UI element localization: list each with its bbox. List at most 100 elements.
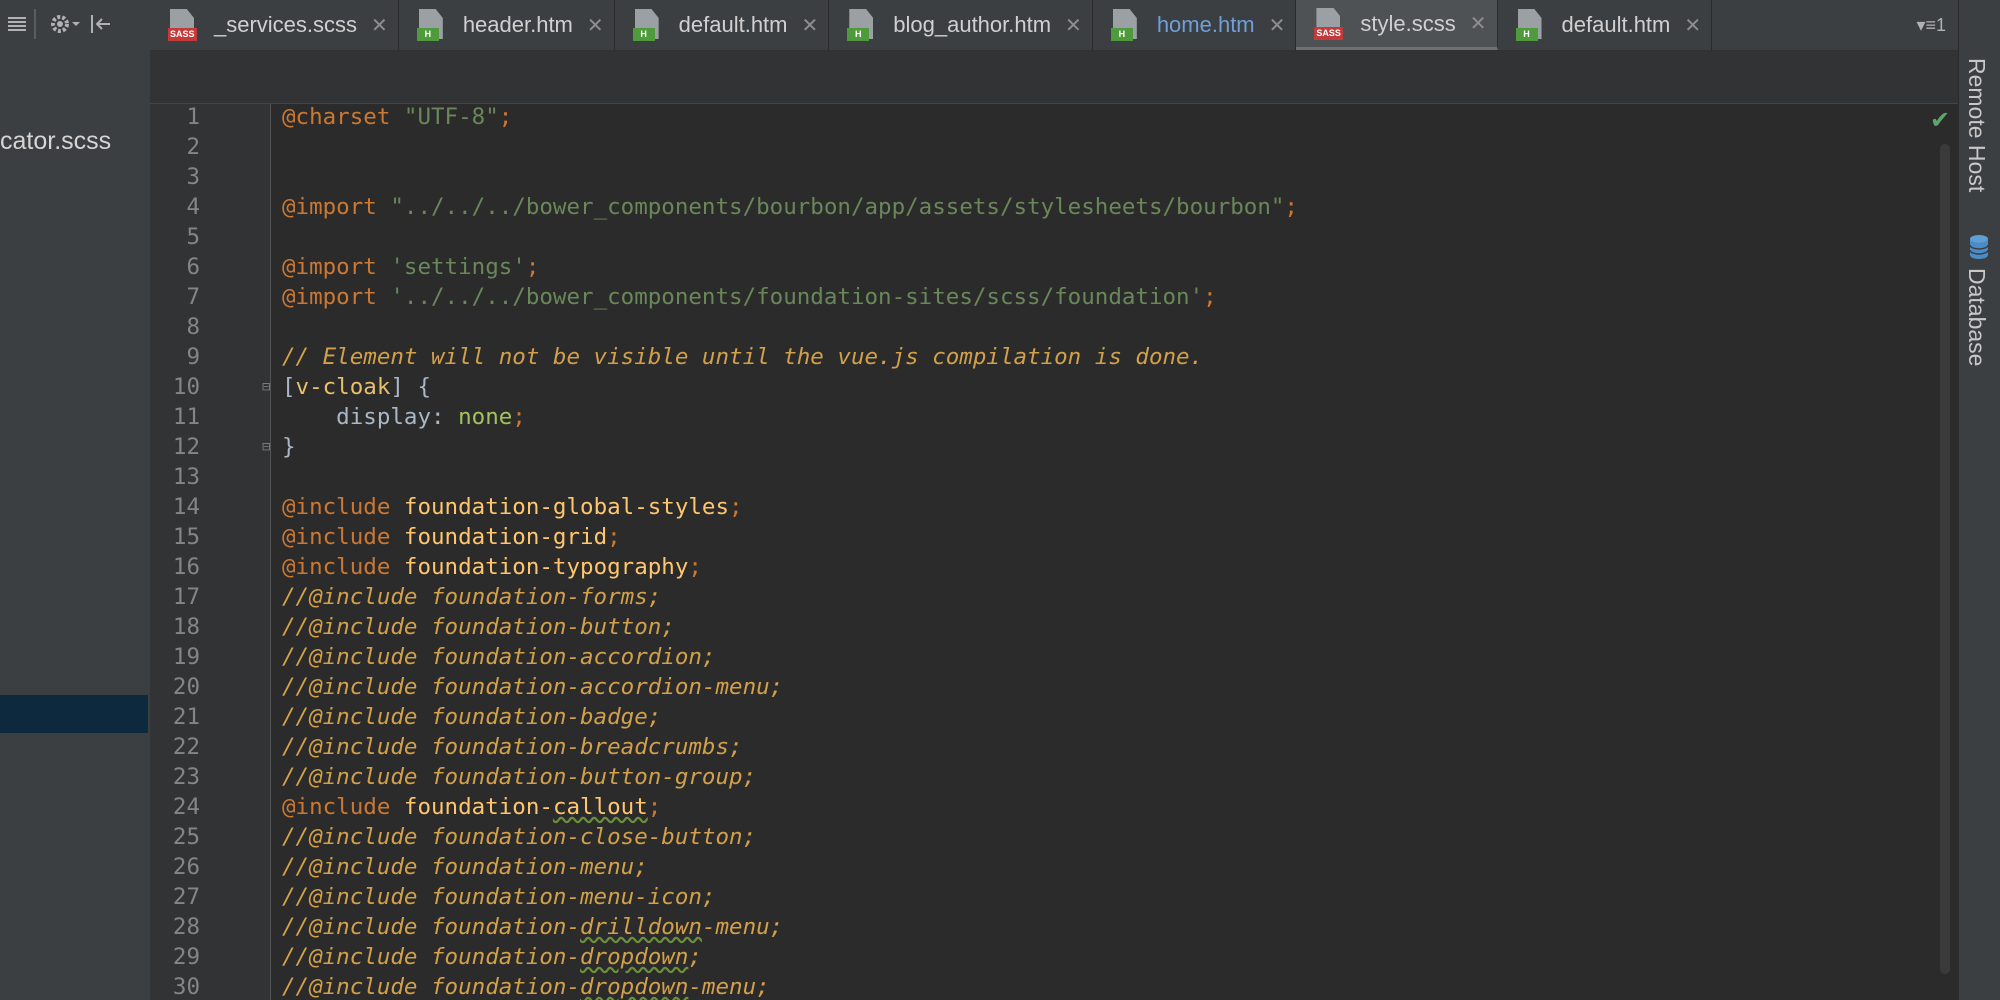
vertical-scrollbar[interactable]: [1940, 144, 1950, 974]
code-line[interactable]: 5: [150, 222, 1958, 252]
code-line[interactable]: 1 @charset "UTF-8";: [150, 104, 1958, 132]
code-line[interactable]: 28 //@include foundation-drilldown-menu;: [150, 912, 1958, 942]
code-line[interactable]: 18 //@include foundation-button;: [150, 612, 1958, 642]
code-token: ;: [607, 524, 621, 550]
editor-tab[interactable]: Hdefault.htm ✕: [615, 0, 830, 50]
gear-icon[interactable]: [48, 12, 82, 36]
line-number: 14: [172, 494, 200, 520]
code-line[interactable]: 23 //@include foundation-button-group;: [150, 762, 1958, 792]
close-icon[interactable]: ✕: [1269, 13, 1286, 38]
selected-tree-row[interactable]: [0, 695, 148, 733]
line-number: 27: [172, 884, 200, 910]
code-line[interactable]: 4 @import "../../../bower_components/bour…: [150, 192, 1958, 222]
inspection-ok-icon[interactable]: ✔: [1930, 106, 1950, 135]
line-number: 23: [172, 764, 200, 790]
code-line[interactable]: 17 //@include foundation-forms;: [150, 582, 1958, 612]
collapse-icon[interactable]: [6, 13, 28, 35]
code-token: @include: [282, 554, 391, 580]
code-line[interactable]: 11 display: none;: [150, 402, 1958, 432]
code-line[interactable]: 7 @import '../../../bower_components/foun…: [150, 282, 1958, 312]
code-line[interactable]: 30 //@include foundation-dropdown-menu;: [150, 972, 1958, 1000]
project-file-item[interactable]: cator.scss: [0, 127, 111, 156]
line-number: 8: [186, 314, 200, 340]
line-number: 25: [172, 824, 200, 850]
editor-tab[interactable]: SASS _services.scss ✕: [150, 0, 399, 50]
code-text: @charset "UTF-8";: [282, 104, 512, 132]
code-line[interactable]: 25 //@include foundation-close-button;: [150, 822, 1958, 852]
code-line[interactable]: 27 //@include foundation-menu-icon;: [150, 882, 1958, 912]
remote-host-tool-tab[interactable]: Remote Host: [1963, 58, 1990, 192]
code-line[interactable]: 12 ⊟}: [150, 432, 1958, 462]
code-line[interactable]: 14 @include foundation-global-styles;: [150, 492, 1958, 522]
database-tool-tab[interactable]: Database: [1963, 268, 1990, 366]
line-number: 17: [172, 584, 200, 610]
editor-tab[interactable]: Hheader.htm ✕: [399, 0, 615, 50]
code-line[interactable]: 3: [150, 162, 1958, 192]
close-icon[interactable]: ✕: [371, 13, 388, 38]
line-number: 22: [172, 734, 200, 760]
code-token: //@include foundation-menu-icon;: [282, 884, 716, 910]
html-file-icon: H: [416, 9, 445, 41]
code-text: //@include foundation-drilldown-menu;: [282, 912, 783, 942]
code-text: @include foundation-grid;: [282, 522, 621, 552]
code-line[interactable]: 2: [150, 132, 1958, 162]
code-line[interactable]: 9 // Element will not be visible until th…: [150, 342, 1958, 372]
right-tool-bar: Remote Host Database: [1958, 0, 2000, 1000]
line-number: 2: [186, 134, 200, 160]
code-token: foundation-typography: [403, 554, 689, 580]
close-icon[interactable]: ✕: [1684, 13, 1701, 38]
code-token: dropdown: [580, 974, 689, 1000]
editor-tab[interactable]: SASS style.scss ✕: [1296, 0, 1498, 50]
line-number: 5: [186, 224, 200, 250]
html-file-icon: H: [632, 9, 661, 41]
code-token: //@include foundation-menu;: [282, 854, 648, 880]
code-line[interactable]: 19 //@include foundation-accordion;: [150, 642, 1958, 672]
code-text: //@include foundation-menu-icon;: [282, 882, 715, 912]
editor-tab-label: _services.scss: [214, 12, 358, 37]
code-token: ;: [729, 494, 743, 520]
editor-tab[interactable]: Hhome.htm ✕: [1093, 0, 1297, 50]
close-icon[interactable]: ✕: [587, 13, 604, 38]
code-line[interactable]: 10 ⊟ [v-cloak] {: [150, 372, 1958, 402]
code-text: //@include foundation-dropdown;: [282, 942, 702, 972]
code-text: @import "../../../bower_components/bourb…: [282, 192, 1298, 222]
line-number: 26: [172, 854, 200, 880]
editor-tab[interactable]: Hblog_author.htm ✕: [829, 0, 1093, 50]
code-token: //@include foundation-button;: [282, 614, 675, 640]
tab-overflow-button[interactable]: ▾≡ 1: [1904, 0, 1958, 50]
code-line[interactable]: 16 @include foundation-typography;: [150, 552, 1958, 582]
code-token: //@include foundation-badge;: [282, 704, 662, 730]
code-token: // Element will not be visible until the…: [282, 344, 1204, 370]
line-number: 29: [172, 944, 200, 970]
code-text: //@include foundation-forms;: [282, 582, 661, 612]
close-icon[interactable]: ✕: [1470, 11, 1487, 36]
code-line[interactable]: 29 //@include foundation-dropdown;: [150, 942, 1958, 972]
code-line[interactable]: 13: [150, 462, 1958, 492]
file-type-badge: SASS: [1314, 26, 1343, 40]
code-token: ;: [1284, 194, 1298, 220]
tab-list-icon: ▾≡: [1916, 14, 1936, 35]
fold-marker-icon[interactable]: ⊟: [262, 380, 276, 394]
editor-tab[interactable]: Hdefault.htm ✕: [1498, 0, 1713, 50]
code-editor[interactable]: 1 @charset "UTF-8"; 2 3 4 @import "../../../b…: [150, 104, 1958, 1000]
hide-panel-icon[interactable]: [88, 12, 114, 36]
code-token: @include: [282, 794, 391, 820]
code-line[interactable]: 22 //@include foundation-breadcrumbs;: [150, 732, 1958, 762]
editor-tab-label: default.htm: [678, 12, 788, 37]
code-line[interactable]: 21 //@include foundation-badge;: [150, 702, 1958, 732]
code-line[interactable]: 26 //@include foundation-menu;: [150, 852, 1958, 882]
code-line[interactable]: 6 @import 'settings';: [150, 252, 1958, 282]
fold-marker-icon[interactable]: ⊟: [262, 440, 276, 454]
close-icon[interactable]: ✕: [802, 13, 819, 38]
code-line[interactable]: 8: [150, 312, 1958, 342]
close-icon[interactable]: ✕: [1065, 13, 1082, 38]
code-token: @include: [282, 524, 391, 550]
code-line[interactable]: 20 //@include foundation-accordion-menu;: [150, 672, 1958, 702]
line-number: 28: [172, 914, 200, 940]
code-line[interactable]: 24 @include foundation-callout;: [150, 792, 1958, 822]
code-line[interactable]: 15 @include foundation-grid;: [150, 522, 1958, 552]
code-text: @import 'settings';: [282, 252, 539, 282]
